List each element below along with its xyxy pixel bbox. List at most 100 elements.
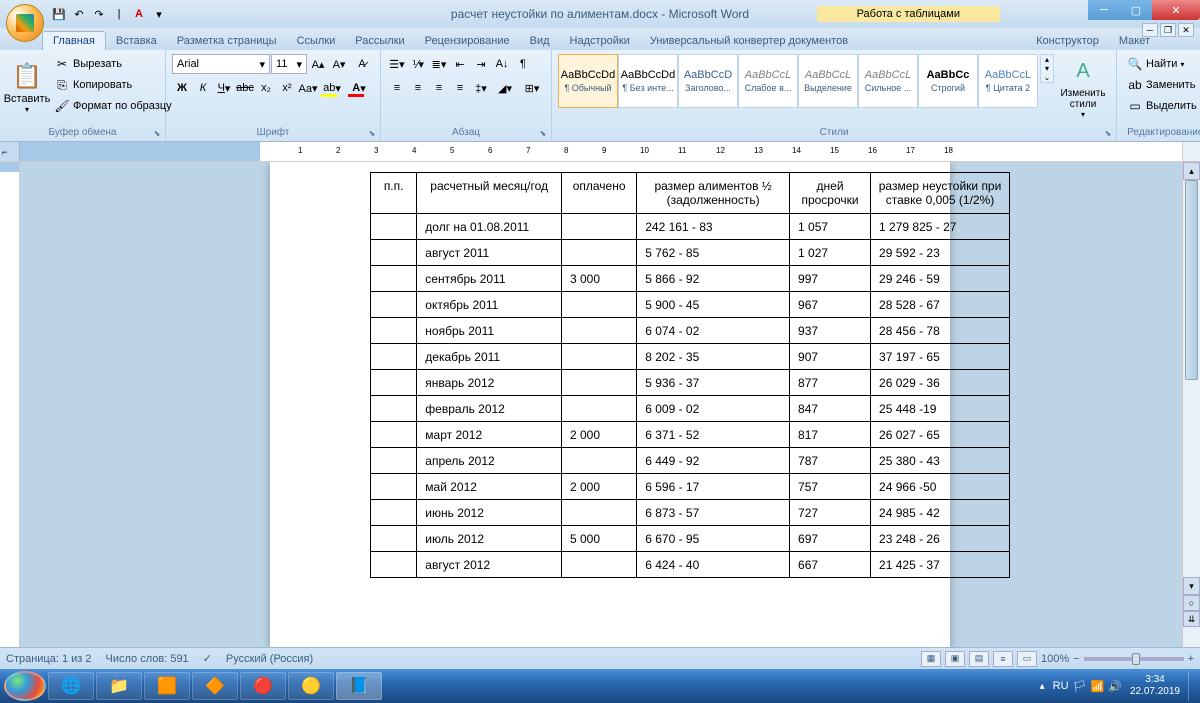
shading-button[interactable]: ◢▾ [492,78,518,98]
table-row[interactable]: ноябрь 20116 074 - 0293728 456 - 78 [371,318,1010,344]
tray-flag-icon[interactable]: 🏳 [1073,680,1087,693]
view-draft[interactable]: ▭ [1017,651,1037,667]
italic-button[interactable]: К [193,78,213,98]
style-item[interactable]: AaBbCcLСлабое в... [738,54,798,108]
view-web[interactable]: ▤ [969,651,989,667]
clear-format-button[interactable]: A̷ [350,54,374,74]
tray-volume-icon[interactable]: 🔊 [1108,680,1122,693]
taskbar-word[interactable]: 📘 [336,672,382,700]
paste-button[interactable]: 📋 Вставить ▾ [6,54,48,120]
show-marks-button[interactable]: ¶ [513,54,533,74]
document-viewport[interactable]: п.п. расчетный месяц/год оплачено размер… [20,162,1200,647]
style-item[interactable]: AaBbCcDЗаголово... [678,54,738,108]
styles-more[interactable]: ⌄ [1041,73,1053,82]
underline-button[interactable]: Ч▾ [214,78,234,98]
status-page[interactable]: Страница: 1 из 2 [6,653,92,665]
replace-button[interactable]: abЗаменить [1123,75,1200,95]
qat-custom[interactable]: A [130,5,148,23]
indent-inc-button[interactable]: ⇥ [471,54,491,74]
font-size-select[interactable]: 11▾ [271,54,307,74]
tray-lang[interactable]: RU [1053,680,1069,693]
tab-addins[interactable]: Надстройки [560,32,640,50]
qat-dropdown[interactable]: ▾ [150,5,168,23]
tab-page-layout[interactable]: Разметка страницы [167,32,287,50]
zoom-out-button[interactable]: − [1073,653,1079,665]
tab-references[interactable]: Ссылки [287,32,346,50]
undo-button[interactable]: ↶ [70,5,88,23]
change-styles-button[interactable]: A Изменить стили ▾ [1056,54,1110,120]
tray-show-hidden[interactable]: ▴ [1040,681,1045,692]
styles-up[interactable]: ▴ [1041,55,1053,64]
tab-review[interactable]: Рецензирование [415,32,520,50]
table-row[interactable]: август 20126 424 - 4066721 425 - 37 [371,552,1010,578]
tab-converter[interactable]: Универсальный конвертер документов [640,32,858,50]
style-item[interactable]: AaBbCcDd¶ Обычный [558,54,618,108]
doc-restore[interactable]: ❐ [1160,23,1176,37]
view-outline[interactable]: ≡ [993,651,1013,667]
numbering-button[interactable]: ⅟▾ [408,54,428,74]
cut-button[interactable]: ✂Вырезать [50,54,176,74]
select-button[interactable]: ▭Выделить▾ [1123,96,1200,116]
scroll-up-button[interactable]: ▴ [1183,162,1200,180]
table-row[interactable]: долг на 01.08.2011242 161 - 831 0571 279… [371,214,1010,240]
scroll-thumb[interactable] [1185,180,1198,380]
close-button[interactable]: ✕ [1152,0,1200,20]
status-proofing-icon[interactable]: ✓ [203,652,212,665]
taskbar-explorer[interactable]: 📁 [96,672,142,700]
zoom-slider[interactable] [1084,657,1184,661]
taskbar-yandex[interactable]: 🔴 [240,672,286,700]
shrink-font-button[interactable]: A▾ [329,54,349,74]
office-button[interactable] [6,4,44,42]
styles-down[interactable]: ▾ [1041,64,1053,73]
font-launcher[interactable]: ⬊ [366,127,378,139]
align-center-button[interactable]: ≡ [408,78,428,98]
grow-font-button[interactable]: A▴ [308,54,328,74]
table-row[interactable]: январь 20125 936 - 3787726 029 - 36 [371,370,1010,396]
zoom-level[interactable]: 100% [1041,653,1069,665]
table-row[interactable]: сентябрь 20113 0005 866 - 9299729 246 - … [371,266,1010,292]
taskbar-ie[interactable]: 🌐 [48,672,94,700]
vertical-scrollbar[interactable]: ▴ ⇈ ○ ⇊ ▾ [1182,162,1200,647]
sort-button[interactable]: A↓ [492,54,512,74]
table-row[interactable]: август 20115 762 - 851 02729 592 - 23 [371,240,1010,266]
font-name-select[interactable]: Arial▾ [172,54,270,74]
browse-object-button[interactable]: ○ [1183,595,1200,611]
font-color-button[interactable]: A▾ [346,78,372,98]
styles-launcher[interactable]: ⬊ [1102,127,1114,139]
taskbar-chrome[interactable]: 🟡 [288,672,334,700]
view-full-screen[interactable]: ▣ [945,651,965,667]
align-right-button[interactable]: ≡ [429,78,449,98]
justify-button[interactable]: ≡ [450,78,470,98]
clipboard-launcher[interactable]: ⬊ [151,127,163,139]
table-row[interactable]: июль 20125 0006 670 - 9569723 248 - 26 [371,526,1010,552]
tab-home[interactable]: Главная [42,31,106,50]
change-case-button[interactable]: Aa▾ [298,78,318,98]
format-painter-button[interactable]: 🖌Формат по образцу [50,96,176,116]
subscript-button[interactable]: x₂ [256,78,276,98]
zoom-in-button[interactable]: + [1188,653,1194,665]
style-item[interactable]: AaBbCcLВыделение [798,54,858,108]
superscript-button[interactable]: x² [277,78,297,98]
style-item[interactable]: AaBbCcСтрогий [918,54,978,108]
minimize-button[interactable]: ─ [1088,0,1120,20]
table-row[interactable]: апрель 20126 449 - 9278725 380 - 43 [371,448,1010,474]
table-row[interactable]: октябрь 20115 900 - 4596728 528 - 67 [371,292,1010,318]
bullets-button[interactable]: ☰▾ [387,54,407,74]
next-page-button[interactable]: ⇊ [1183,611,1200,627]
taskbar-app1[interactable]: 🟧 [144,672,190,700]
line-spacing-button[interactable]: ‡▾ [471,78,491,98]
data-table[interactable]: п.п. расчетный месяц/год оплачено размер… [370,172,1010,578]
tab-mailings[interactable]: Рассылки [345,32,414,50]
doc-minimize[interactable]: ─ [1142,23,1158,37]
copy-button[interactable]: ⎘Копировать [50,75,176,95]
paragraph-launcher[interactable]: ⬊ [537,127,549,139]
view-print-layout[interactable]: ▦ [921,651,941,667]
multilevel-button[interactable]: ≣▾ [429,54,449,74]
style-item[interactable]: AaBbCcDd¶ Без инте... [618,54,678,108]
find-button[interactable]: 🔍Найти▾ [1123,54,1200,74]
doc-close[interactable]: ✕ [1178,23,1194,37]
scroll-down-button[interactable]: ▾ [1183,577,1200,595]
table-row[interactable]: март 20122 0006 371 - 5281726 027 - 65 [371,422,1010,448]
align-left-button[interactable]: ≡ [387,78,407,98]
strikethrough-button[interactable]: abc [235,78,255,98]
